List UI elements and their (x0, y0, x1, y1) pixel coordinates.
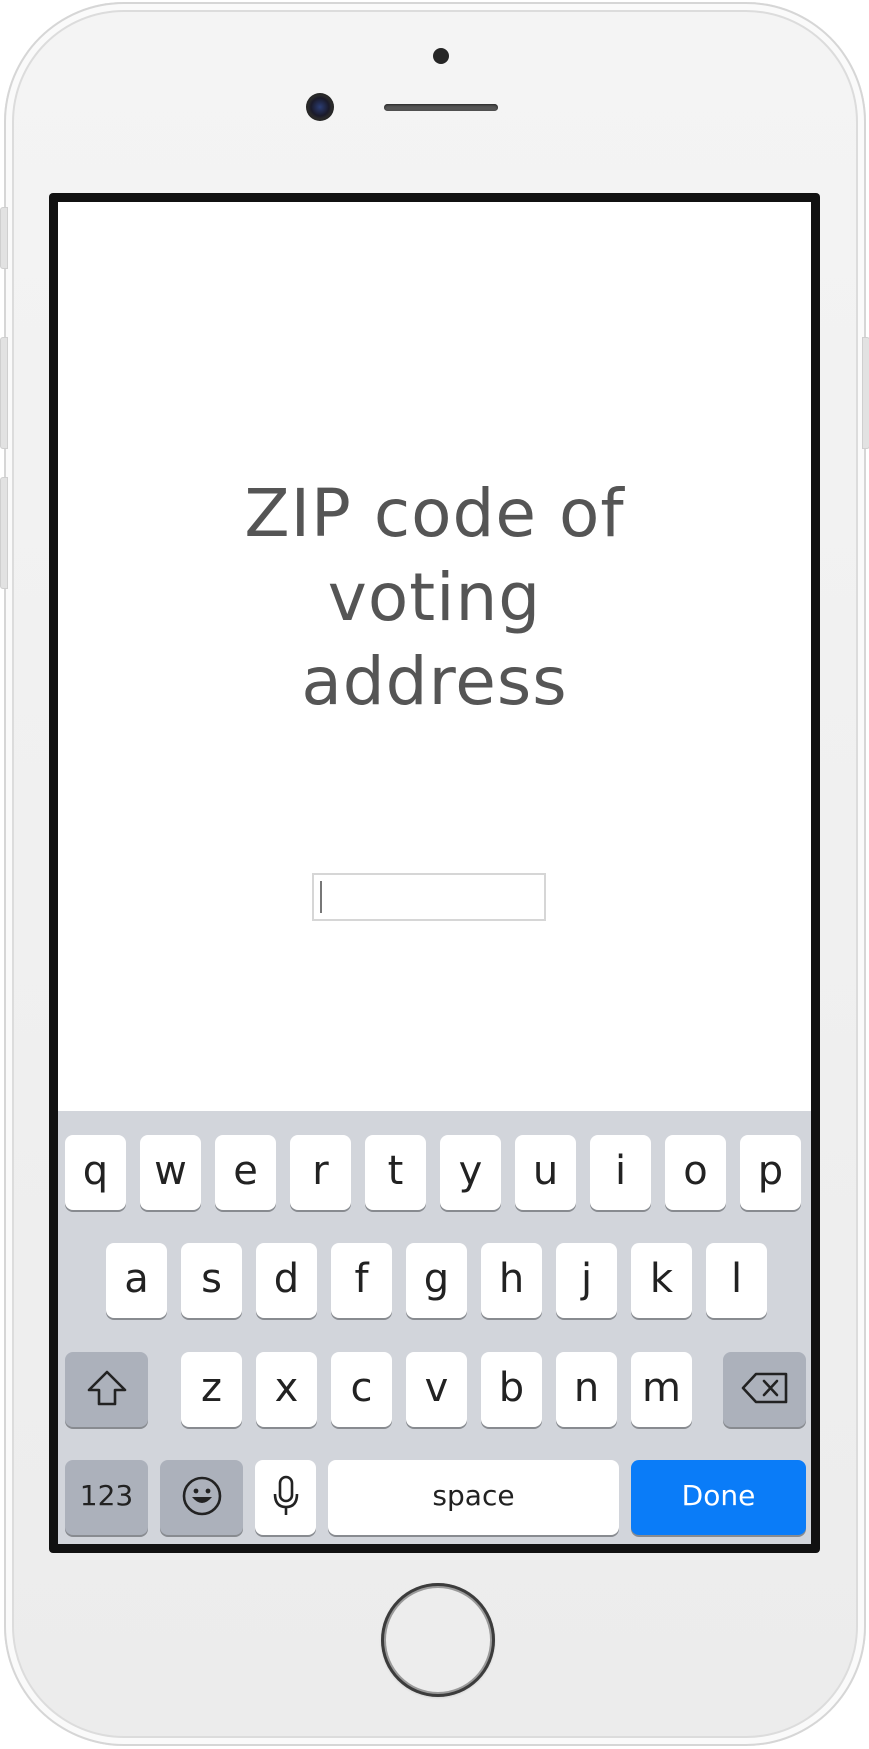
numbers-key[interactable]: 123 (65, 1460, 148, 1535)
screen-content: ZIP code of voting address q w e r t y u… (58, 202, 811, 1544)
key-j[interactable]: j (556, 1243, 617, 1318)
prompt-line-3: address (301, 643, 568, 720)
key-g[interactable]: g (406, 1243, 467, 1318)
key-m[interactable]: m (631, 1352, 692, 1427)
front-camera-icon (306, 93, 334, 121)
key-w[interactable]: w (140, 1135, 201, 1210)
key-d[interactable]: d (256, 1243, 317, 1318)
key-x[interactable]: x (256, 1352, 317, 1427)
key-i[interactable]: i (590, 1135, 651, 1210)
key-l[interactable]: l (706, 1243, 767, 1318)
key-s[interactable]: s (181, 1243, 242, 1318)
volume-up-button (0, 337, 8, 449)
mute-switch (0, 207, 8, 269)
key-p[interactable]: p (740, 1135, 801, 1210)
emoji-key[interactable] (160, 1460, 243, 1535)
space-key[interactable]: space (328, 1460, 619, 1535)
key-q[interactable]: q (65, 1135, 126, 1210)
done-key[interactable]: Done (631, 1460, 806, 1535)
key-y[interactable]: y (440, 1135, 501, 1210)
key-u[interactable]: u (515, 1135, 576, 1210)
text-cursor (320, 881, 322, 913)
microphone-key[interactable] (255, 1460, 316, 1535)
delete-key[interactable] (723, 1352, 806, 1427)
key-b[interactable]: b (481, 1352, 542, 1427)
earpiece-speaker (384, 104, 498, 111)
prompt-line-2: voting (327, 559, 542, 636)
onscreen-keyboard: q w e r t y u i o p a s d f g h j k l z … (58, 1111, 811, 1544)
emoji-smiley-icon (182, 1476, 221, 1515)
power-button (862, 337, 869, 449)
key-n[interactable]: n (556, 1352, 617, 1427)
key-h[interactable]: h (481, 1243, 542, 1318)
shift-arrow-icon (87, 1370, 126, 1405)
proximity-sensor (433, 48, 449, 64)
key-t[interactable]: t (365, 1135, 426, 1210)
prompt-line-1: ZIP code of (244, 475, 625, 552)
backspace-icon (741, 1372, 787, 1403)
key-e[interactable]: e (215, 1135, 276, 1210)
key-k[interactable]: k (631, 1243, 692, 1318)
home-button[interactable] (381, 1583, 495, 1697)
key-o[interactable]: o (665, 1135, 726, 1210)
key-a[interactable]: a (106, 1243, 167, 1318)
phone-screen: ZIP code of voting address q w e r t y u… (49, 193, 820, 1553)
volume-down-button (0, 477, 8, 589)
zip-prompt-heading: ZIP code of voting address (58, 472, 811, 724)
key-c[interactable]: c (331, 1352, 392, 1427)
key-v[interactable]: v (406, 1352, 467, 1427)
key-r[interactable]: r (290, 1135, 351, 1210)
shift-key[interactable] (65, 1352, 148, 1427)
microphone-icon (273, 1475, 298, 1515)
key-z[interactable]: z (181, 1352, 242, 1427)
zip-code-input[interactable] (312, 873, 546, 921)
key-f[interactable]: f (331, 1243, 392, 1318)
